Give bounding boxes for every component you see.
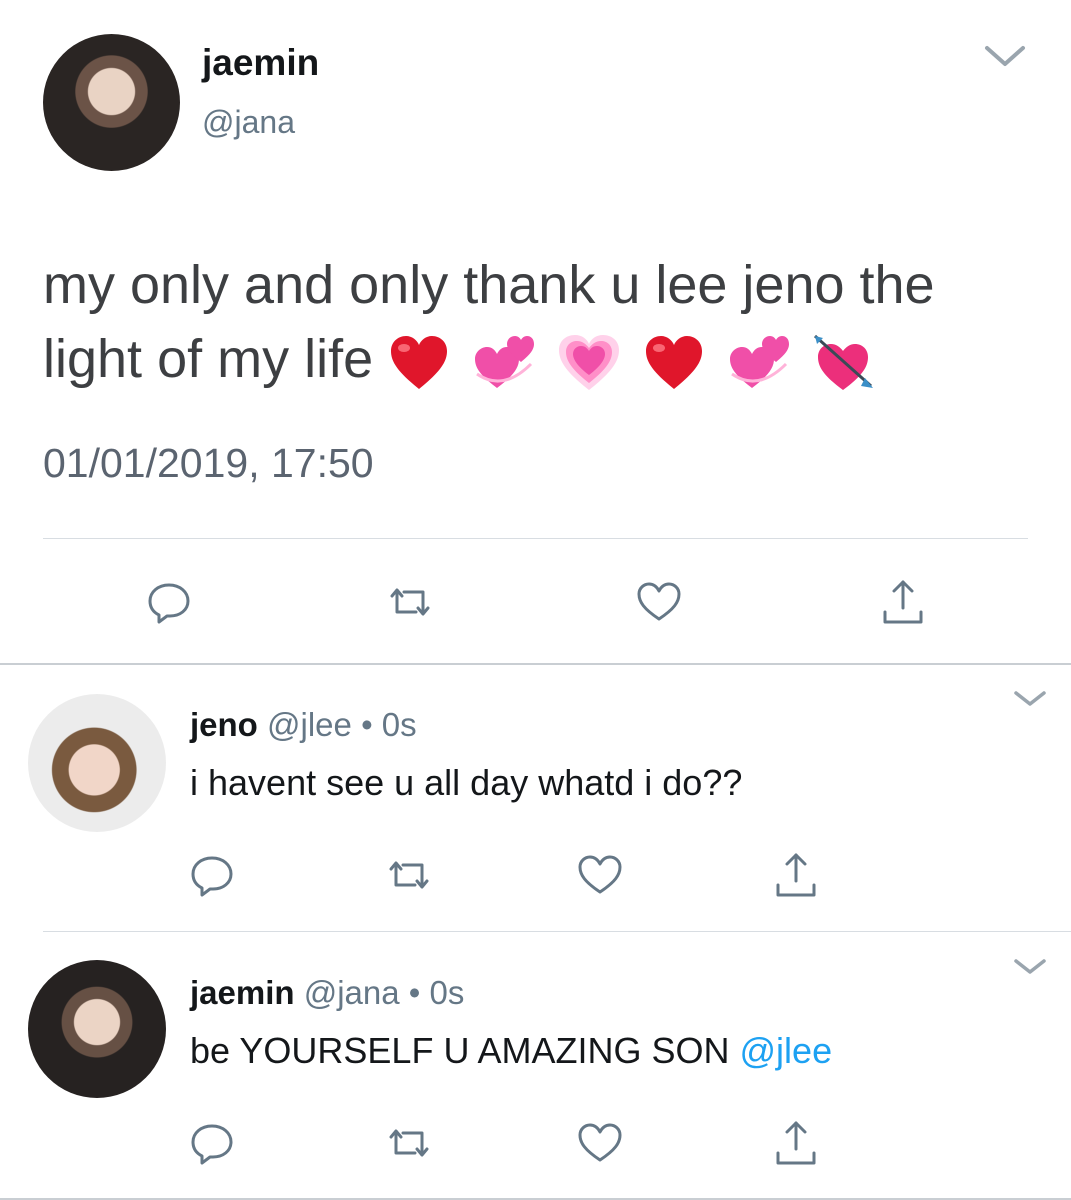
reply-icon: [191, 856, 233, 897]
reply-icon: [148, 583, 190, 624]
reply-separator: •: [361, 706, 373, 743]
reply-button[interactable]: [144, 577, 194, 627]
retweet-icon: [389, 1129, 429, 1157]
main-tweet-text: my only and only thank u lee jeno the li…: [43, 248, 1043, 396]
reply-button[interactable]: [187, 1118, 237, 1168]
reply-body-text: be YOURSELF U AMAZING SON: [190, 1030, 730, 1071]
retweet-icon: [389, 861, 429, 889]
mention-link[interactable]: @jlee: [740, 1030, 833, 1071]
divider: [43, 931, 1071, 932]
retweet-button[interactable]: [384, 1118, 434, 1168]
divider: [0, 663, 1071, 665]
share-button[interactable]: [771, 1118, 821, 1168]
main-tweet-avatar[interactable]: [43, 34, 180, 171]
main-tweet-timestamp: 01/01/2019, 17:50: [43, 440, 374, 486]
reply-header: jaemin @jana • 0s: [190, 974, 464, 1012]
chevron-down-icon[interactable]: [1012, 686, 1048, 710]
reply-author-name[interactable]: jaemin: [190, 974, 295, 1011]
revolving-hearts-emoji-icon: [475, 335, 535, 388]
share-button[interactable]: [771, 850, 821, 900]
share-icon: [776, 853, 816, 897]
heart-icon: [637, 582, 681, 621]
retweet-icon: [390, 588, 430, 616]
red-heart-emoji-icon: [391, 335, 448, 389]
reply-header: jeno @jlee • 0s: [190, 706, 417, 744]
like-button[interactable]: [634, 577, 684, 627]
reply-icon: [191, 1124, 233, 1165]
reply-button[interactable]: [187, 850, 237, 900]
like-button[interactable]: [575, 1118, 625, 1168]
reply-time: 0s: [429, 974, 465, 1011]
main-tweet-author-handle[interactable]: @jana: [202, 104, 295, 141]
retweet-button[interactable]: [385, 577, 435, 627]
heart-icon: [578, 855, 622, 894]
revolving-hearts-emoji-icon: [730, 335, 790, 388]
reply-time: 0s: [381, 706, 417, 743]
growing-heart-emoji-icon: [559, 334, 620, 390]
reply-text: be YOURSELF U AMAZING SON @jlee: [190, 1030, 832, 1072]
reply-avatar[interactable]: [28, 694, 166, 832]
reply-text: i havent see u all day whatd i do??: [190, 762, 743, 803]
reply-author-handle[interactable]: @jlee: [267, 706, 352, 743]
main-tweet-emoji-row: [388, 329, 883, 390]
share-icon: [883, 580, 923, 624]
retweet-button[interactable]: [384, 850, 434, 900]
like-button[interactable]: [575, 850, 625, 900]
chevron-down-icon[interactable]: [1012, 954, 1048, 978]
reply-separator: •: [408, 974, 421, 1011]
main-tweet-author-name[interactable]: jaemin: [202, 42, 319, 84]
reply-author-handle[interactable]: @jana: [304, 974, 400, 1011]
red-heart-emoji-icon: [646, 335, 703, 389]
heart-with-arrow-emoji-icon: [814, 334, 874, 390]
chevron-down-icon[interactable]: [983, 40, 1027, 70]
heart-icon: [578, 1123, 622, 1162]
divider: [43, 538, 1028, 539]
reply-avatar[interactable]: [28, 960, 166, 1098]
share-icon: [776, 1121, 816, 1165]
share-button[interactable]: [878, 577, 928, 627]
reply-author-name[interactable]: jeno: [190, 706, 258, 743]
